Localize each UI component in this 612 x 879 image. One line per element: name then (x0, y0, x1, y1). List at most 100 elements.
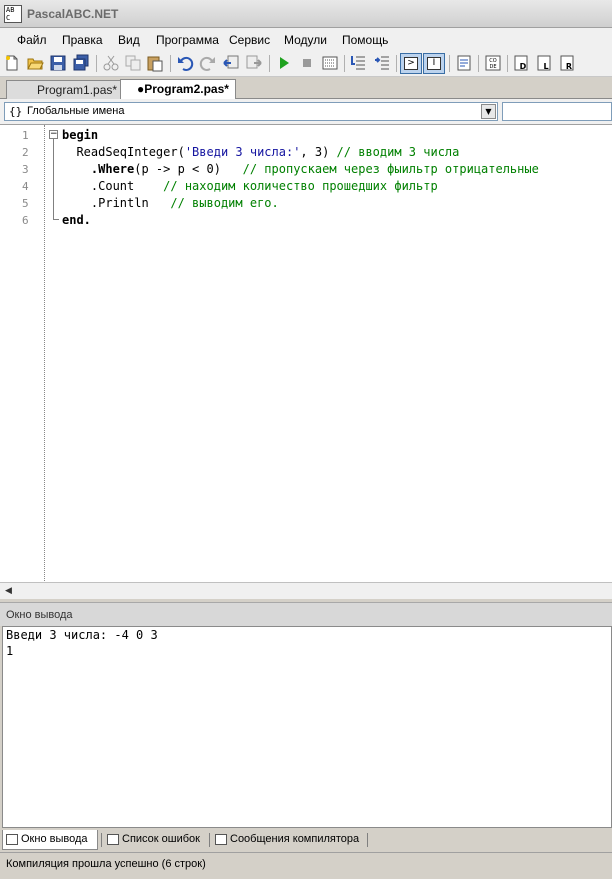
unit-l-icon[interactable]: L (535, 54, 553, 72)
document-icon[interactable] (455, 54, 473, 72)
code-line: end. (62, 212, 91, 229)
gutter-divider (44, 125, 45, 583)
fold-guide-end (53, 219, 59, 220)
line-number: 2 (22, 146, 29, 159)
output-line: Введи 3 числа: -4 0 3 (6, 628, 158, 642)
code-line: .Println // выводим его. (62, 195, 279, 212)
cut-icon[interactable] (102, 54, 120, 72)
tab-compiler-messages[interactable]: Сообщения компилятора (212, 830, 372, 850)
compile-icon[interactable] (321, 54, 339, 72)
line-number: 1 (22, 129, 29, 142)
code-token: .Count (62, 179, 164, 193)
code-token: end. (62, 213, 91, 227)
member-selector[interactable] (502, 102, 612, 121)
tab-error-list[interactable]: Список ошибок (104, 830, 208, 850)
save-all-icon[interactable] (72, 54, 90, 72)
forward-icon[interactable] (245, 54, 263, 72)
tab-output-window[interactable]: Окно вывода (2, 830, 98, 850)
code-icon[interactable]: CO DE (484, 54, 502, 72)
code-token: (p -> p < 0) (134, 162, 243, 176)
tab-separator (209, 833, 210, 847)
line-number: 6 (22, 214, 29, 227)
redo-icon[interactable] (199, 54, 217, 72)
toolbar-separator (96, 55, 97, 72)
unit-d-icon[interactable]: D (512, 54, 530, 72)
run-icon[interactable] (275, 54, 293, 72)
code-token: // вводим 3 числа (336, 145, 460, 159)
toolbar-separator (344, 55, 345, 72)
toolbar: > I CO DE D L R (0, 50, 612, 77)
code-line: .Where(p -> p < 0) // пропускаем через ф… (62, 161, 539, 178)
code-token: 'Введи 3 числа:' (184, 145, 301, 159)
open-folder-icon[interactable] (26, 54, 44, 72)
menu-edit[interactable]: Правка (62, 33, 103, 47)
stop-icon[interactable] (298, 54, 316, 72)
toolbar-separator (396, 55, 397, 72)
code-token: .Where (62, 162, 135, 176)
output-window-icon (6, 834, 18, 845)
code-token: .Println (62, 196, 171, 210)
menu-modules[interactable]: Модули (284, 33, 327, 47)
tab-output-window-label: Окно вывода (21, 833, 88, 845)
horizontal-scrollbar[interactable]: ◀ (0, 582, 612, 599)
undo-icon[interactable] (176, 54, 194, 72)
error-list-icon (107, 834, 119, 845)
toolbar-separator (269, 55, 270, 72)
line-number-gutter: 1 2 3 4 5 6 (0, 125, 44, 583)
form-toggle-icon[interactable]: I (423, 53, 445, 74)
tab-program2[interactable]: ●Program2.pas* (120, 79, 236, 99)
line-number: 4 (22, 180, 29, 193)
svg-text:R: R (566, 62, 572, 71)
line-number: 5 (22, 197, 29, 210)
scope-selector-value: Глобальные имена (27, 105, 125, 117)
output-window[interactable]: Введи 3 числа: -4 0 3 1 (2, 626, 612, 828)
menu-program[interactable]: Программа (156, 33, 219, 47)
scope-selector[interactable]: {} Глобальные имена ▼ (4, 102, 498, 121)
namespace-icon: {} (9, 105, 23, 118)
menu-file[interactable]: Файл (17, 33, 47, 47)
step-over-icon[interactable] (373, 54, 391, 72)
code-token: , 3) (300, 145, 337, 159)
chevron-down-icon[interactable]: ▼ (481, 104, 496, 119)
menu-bar: Файл Правка Вид Программа Сервис Модули … (0, 28, 612, 50)
svg-text:L: L (543, 62, 548, 71)
save-icon[interactable] (49, 54, 67, 72)
fold-guide (53, 139, 54, 219)
line-number: 3 (22, 163, 29, 176)
code-editor[interactable]: 1 2 3 4 5 6 − begin ReadSeqInteger('Введ… (0, 124, 612, 583)
console-toggle-icon[interactable]: > (400, 53, 422, 74)
scroll-left-icon[interactable]: ◀ (2, 585, 15, 598)
menu-help[interactable]: Помощь (342, 33, 388, 47)
paste-icon[interactable] (146, 54, 164, 72)
unit-r-icon[interactable]: R (558, 54, 576, 72)
menu-view[interactable]: Вид (118, 33, 140, 47)
copy-icon[interactable] (124, 54, 142, 72)
status-bar: Компиляция прошла успешно (6 строк) (0, 852, 612, 879)
tab-separator (367, 833, 368, 847)
output-panel-title: Окно вывода (6, 609, 73, 621)
step-into-icon[interactable] (350, 54, 368, 72)
toolbar-separator (507, 55, 508, 72)
output-line: 1 (6, 644, 14, 658)
compiler-messages-icon (215, 834, 227, 845)
code-line: begin (62, 127, 98, 144)
code-line: .Count // находим количество прошедших ф… (62, 178, 438, 195)
output-panel-header: Окно вывода (0, 602, 612, 626)
tab-error-list-label: Список ошибок (122, 833, 200, 845)
window-title: PascalABC.NET (27, 7, 119, 21)
svg-text:D: D (520, 62, 527, 71)
back-icon[interactable] (222, 54, 240, 72)
tab-separator (101, 833, 102, 847)
toolbar-separator (170, 55, 171, 72)
navigation-bar: {} Глобальные имена ▼ (0, 99, 612, 124)
tab-compiler-messages-label: Сообщения компилятора (230, 833, 360, 845)
code-line: ReadSeqInteger('Введи 3 числа:', 3) // в… (62, 144, 459, 161)
menu-service[interactable]: Сервис (229, 33, 270, 47)
code-token: // находим количество прошедших фильтр (163, 179, 438, 193)
toolbar-separator (478, 55, 479, 72)
toolbar-separator (449, 55, 450, 72)
collapse-icon[interactable]: − (49, 130, 58, 139)
bottom-tab-strip: Окно вывода Список ошибок Сообщения комп… (0, 828, 612, 852)
tab-program1[interactable]: Program1.pas* (6, 80, 124, 99)
new-file-icon[interactable] (3, 54, 21, 72)
